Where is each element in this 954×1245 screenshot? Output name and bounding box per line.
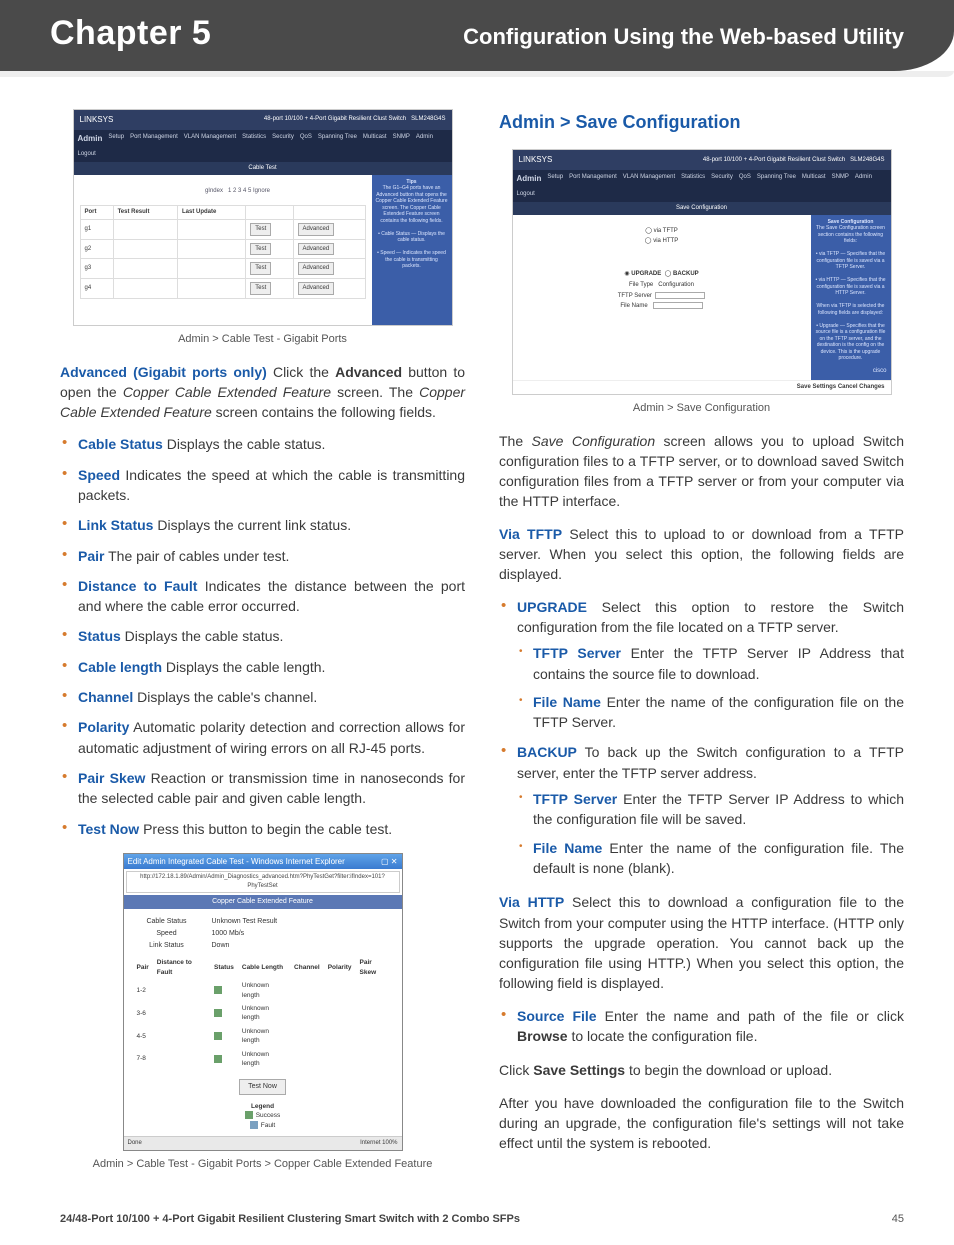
para-after-download: After you have downloaded the configurat… [499,1093,904,1154]
figure-cable-test: LINKSYS 48-port 10/100 + 4-Port Gigabit … [60,109,465,348]
para-via-http: Via HTTP Select this to download a confi… [499,892,904,993]
field-list-1: Cable Status Displays the cable status. … [60,434,465,838]
help-panel: Save Configuration The Save Configuratio… [811,215,891,380]
page-header: Chapter 5 Configuration Using the Web-ba… [0,0,954,71]
window-controls[interactable]: ▢ ✕ [381,856,397,868]
section-heading-save-config: Admin > Save Configuration [499,109,904,135]
figure-save-config: LINKSYS 48-port 10/100 + 4-Port Gigabit … [499,149,904,416]
sub-nav: Save Configuration [513,202,891,215]
model-label: 48-port 10/100 + 4-Port Gigabit Resilien… [264,115,446,124]
tftp-options-list: UPGRADE Select this option to restore th… [499,597,904,879]
screenshot-cable-test: LINKSYS 48-port 10/100 + 4-Port Gigabit … [73,109,453,326]
dialog-window: Edit Admin Integrated Cable Test - Windo… [123,853,403,1151]
para-advanced: Advanced (Gigabit ports only) Click the … [60,362,465,423]
top-nav: Admin Setup Port Management VLAN Managem… [513,170,891,202]
file-name-input[interactable] [653,302,703,309]
figure-caption: Admin > Cable Test - Gigabit Ports > Cop… [60,1157,465,1173]
address-bar[interactable]: http://172.18.1.89/Admin/Admin_Diagnosti… [126,871,400,892]
figure-caption: Admin > Save Configuration [499,401,904,417]
sub-nav: Cable Test [74,162,452,175]
page-body: LINKSYS 48-port 10/100 + 4-Port Gigabit … [0,79,954,1207]
dialog-header-bar: Copper Cable Extended Feature [124,895,402,909]
tftp-server-input[interactable] [655,292,705,299]
screenshot-save-config: LINKSYS 48-port 10/100 + 4-Port Gigabit … [512,149,892,395]
manual-title: 24/48-Port 10/100 + 4-Port Gigabit Resil… [60,1213,520,1225]
chapter-number: Chapter 5 [50,14,211,53]
http-options-list: Source File Enter the name and path of t… [499,1006,904,1047]
save-cancel-footer[interactable]: Save Settings Cancel Changes [513,380,891,394]
help-panel: Tips The G1–G4 ports have an Advanced bu… [372,175,452,325]
top-nav: Admin Setup Port Management VLAN Managem… [74,130,452,162]
para-save-intro: The Save Configuration screen allows you… [499,431,904,512]
brand-logo: LINKSYS [519,154,553,166]
cable-test-table: PortTest ResultLast Update g1TestAdvance… [80,205,366,298]
fig-main: ◯ via TFTP ◯ via HTTP ◉ UPGRADE ◯ BACKUP… [513,215,811,380]
advanced-button[interactable]: Advanced [298,223,335,236]
para-via-tftp: Via TFTP Select this to upload to or dow… [499,524,904,585]
para-click-save: Click Save Settings to begin the downloa… [499,1060,904,1080]
dialog-title: Edit Admin Integrated Cable Test - Windo… [128,856,345,868]
figure-copper-dialog: Edit Admin Integrated Cable Test - Windo… [60,853,465,1173]
pair-table: Pair Distance to Fault Status Cable Leng… [132,955,394,1071]
page-number: 45 [892,1213,904,1225]
brand-logo: LINKSYS [80,114,114,126]
test-now-button[interactable]: Test Now [239,1079,286,1095]
fig-main: gIndex 1 2 3 4 5 Ignore PortTest ResultL… [74,175,372,325]
figure-caption: Admin > Cable Test - Gigabit Ports [60,332,465,348]
test-button[interactable]: Test [250,223,271,236]
page-footer: 24/48-Port 10/100 + 4-Port Gigabit Resil… [0,1207,954,1245]
chapter-title: Configuration Using the Web-based Utilit… [463,24,904,50]
